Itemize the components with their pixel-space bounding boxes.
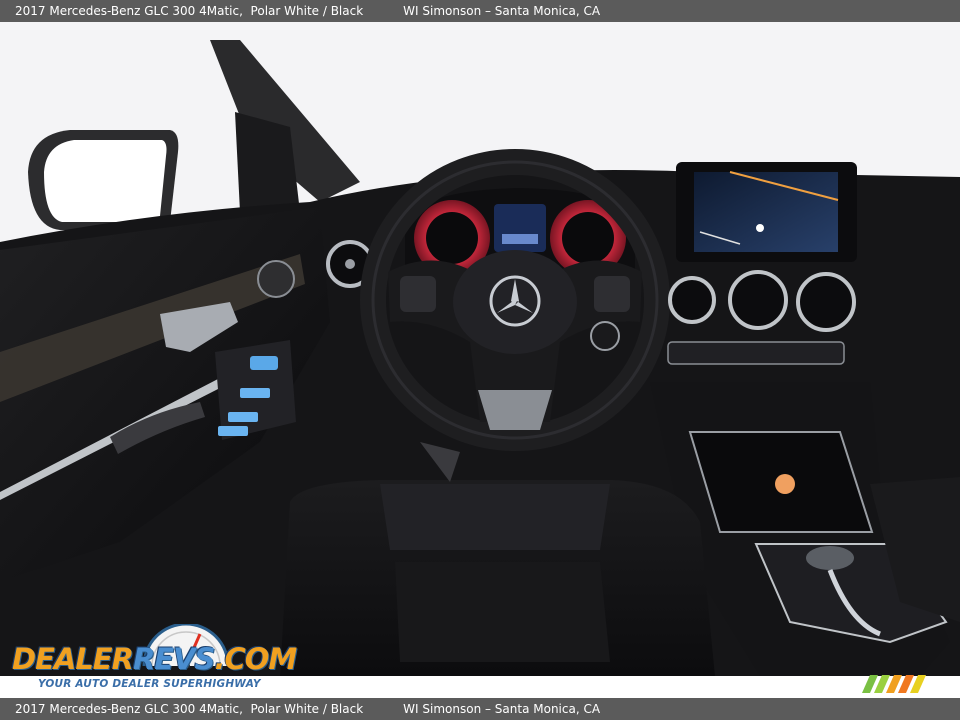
dealerrevs-watermark: DEALERREVS.COM YOUR AUTO DEALER SUPERHIG…	[10, 622, 297, 694]
dealerrevs-logo: DEALERREVS.COM	[12, 642, 297, 676]
window-switch-3	[218, 426, 248, 436]
ignition-button	[590, 321, 620, 351]
center-vent-1	[668, 276, 716, 324]
bottom-caption-bar: 2017 Mercedes-Benz GLC 300 4Matic, Polar…	[0, 698, 960, 720]
mirror-glass	[44, 140, 167, 222]
logo-suffix: .COM	[214, 642, 297, 676]
dealerrevs-tagline: YOUR AUTO DEALER SUPERHIGHWAY	[38, 678, 261, 690]
logo-dealer: DEALER	[12, 642, 134, 676]
window-switch-2	[228, 412, 258, 422]
stripes-logo-icon	[862, 675, 926, 693]
power-outlet	[775, 474, 795, 494]
cluster-display	[494, 204, 546, 252]
right-wheel-controls	[594, 276, 630, 312]
navigation-screen	[694, 172, 838, 252]
vehicle-interior-photo	[0, 22, 960, 676]
seat-memory-button	[250, 356, 278, 370]
dealer-caption: WI Simonson – Santa Monica, CA	[403, 4, 601, 18]
center-vent-2	[728, 270, 788, 330]
seat-perforated-panel	[395, 562, 610, 662]
logo-revs: REVS	[132, 642, 215, 676]
interior-illustration	[0, 22, 960, 676]
dealer-caption-bottom: WI Simonson – Santa Monica, CA	[403, 702, 601, 716]
door-speaker-knob	[257, 260, 295, 298]
rotary-controller	[806, 546, 854, 570]
top-caption-bar: 2017 Mercedes-Benz GLC 300 4Matic, Polar…	[0, 0, 960, 22]
climate-controls	[667, 341, 845, 365]
vehicle-caption: 2017 Mercedes-Benz GLC 300 4Matic, Polar…	[15, 4, 364, 18]
center-vent-3	[796, 272, 856, 332]
window-switch-1	[240, 388, 270, 398]
vehicle-caption-bottom: 2017 Mercedes-Benz GLC 300 4Matic, Polar…	[15, 702, 364, 716]
left-wheel-controls	[400, 276, 436, 312]
seat-top-panel	[380, 484, 610, 550]
steering-bottom-trim	[478, 390, 552, 430]
